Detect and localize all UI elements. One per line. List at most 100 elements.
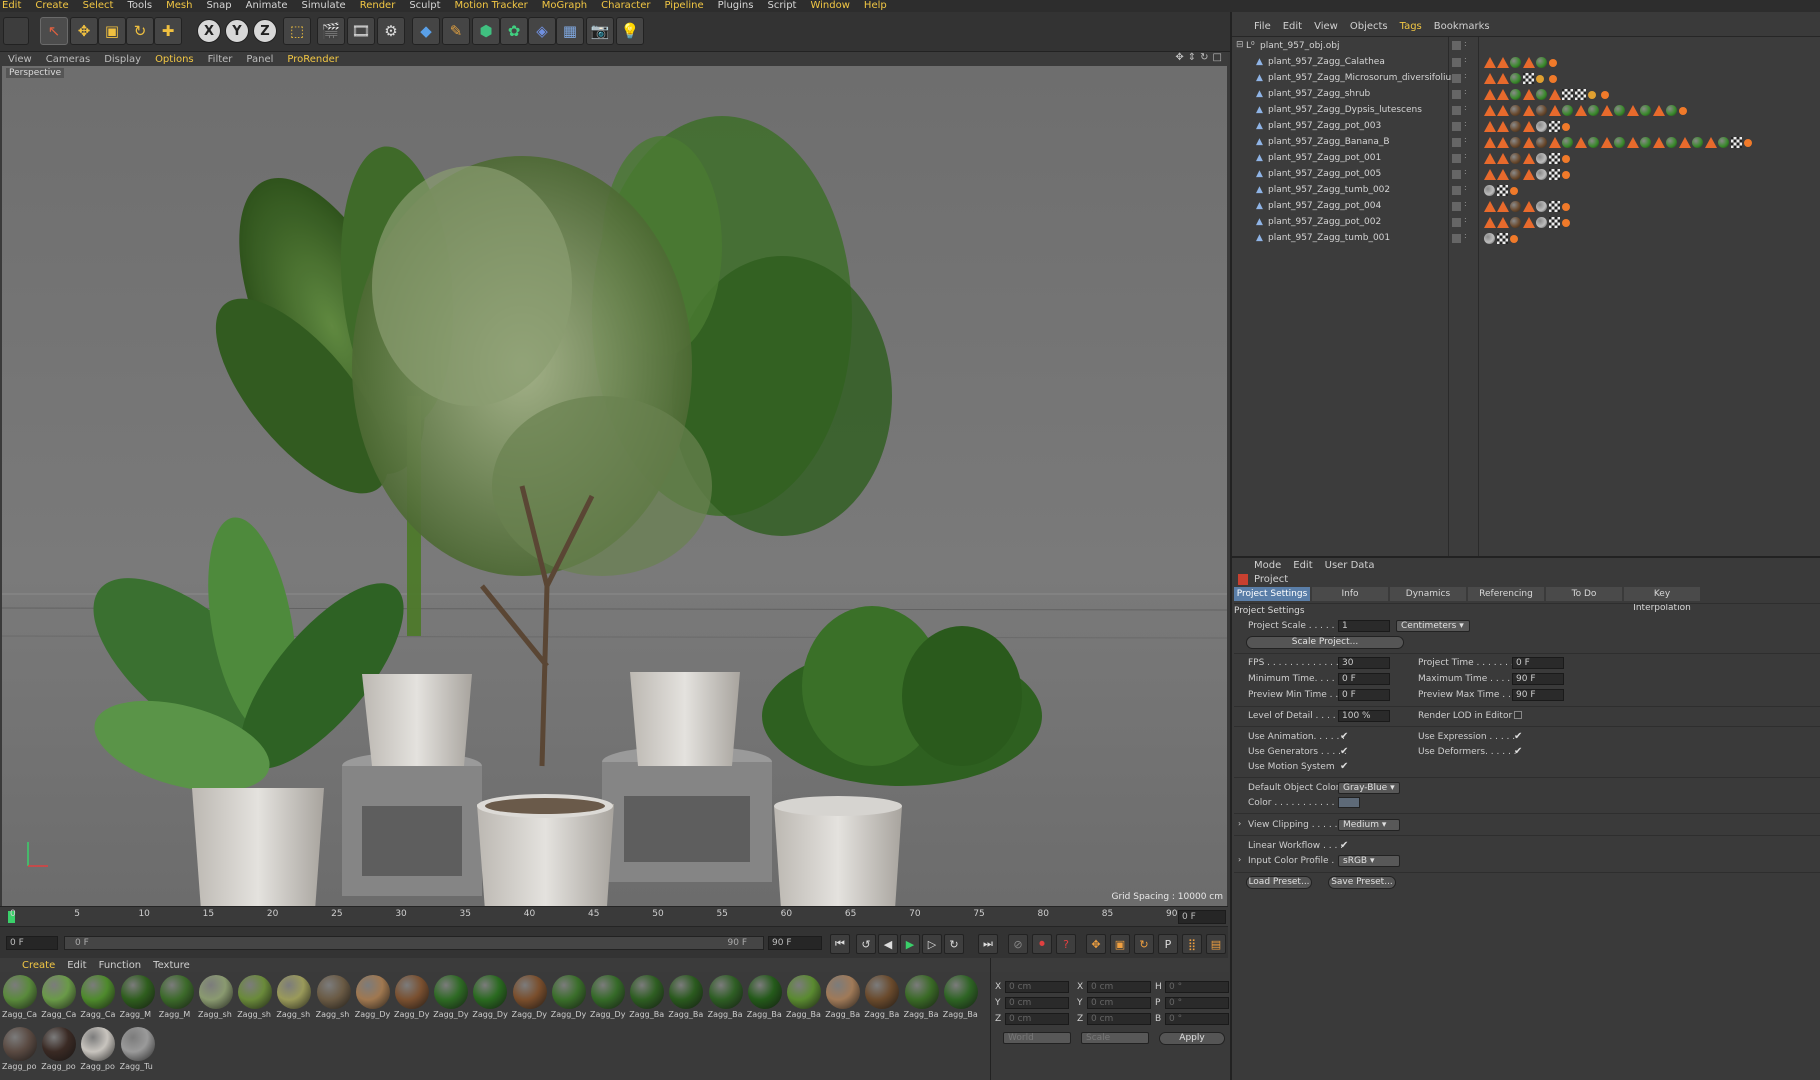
record-active-icon[interactable]: ⏺ (1032, 934, 1052, 954)
coord-field[interactable]: 0 cm (1005, 1013, 1069, 1025)
coordinate-system-icon[interactable]: ⬚ (283, 17, 311, 45)
menu-edit[interactable]: Edit (2, 0, 21, 12)
phong-tag-icon[interactable] (1549, 105, 1561, 116)
default-object-color-dropdown[interactable]: Gray-Blue ▾ (1338, 782, 1400, 794)
visibility-dots-icon[interactable]: : (1464, 231, 1467, 240)
material-menu-create[interactable]: Create (22, 960, 55, 971)
material-tag-icon[interactable] (1510, 89, 1521, 100)
coord-field[interactable]: 0 ° (1165, 997, 1229, 1009)
menu-animate[interactable]: Animate (246, 0, 288, 12)
phong-tag-icon[interactable] (1497, 153, 1509, 164)
object-row[interactable]: ▲ plant_957_Zagg_Dypsis_lutescens: (1232, 103, 1820, 119)
layer-icon[interactable] (1452, 154, 1461, 163)
preview-max-time-input[interactable]: 90 F (1512, 689, 1564, 701)
key-parameter-icon[interactable]: P (1158, 934, 1178, 954)
material-swatch[interactable]: Zagg_Ba (668, 974, 704, 1024)
phong-tag-icon[interactable] (1523, 153, 1535, 164)
material-tag-icon[interactable] (1614, 137, 1625, 148)
z-axis-lock-icon[interactable]: Z (253, 19, 277, 43)
light-icon[interactable]: 💡 (616, 17, 644, 45)
phong-tag-icon[interactable] (1497, 217, 1509, 228)
layer-icon[interactable] (1452, 138, 1461, 147)
layer-icon[interactable] (1452, 74, 1461, 83)
project-scale-input[interactable]: 1 (1338, 620, 1390, 632)
material-tag-icon[interactable] (1510, 121, 1521, 132)
material-tag-icon[interactable] (1614, 105, 1625, 116)
view-clipping-dropdown[interactable]: Medium ▾ (1338, 819, 1400, 831)
coord-field[interactable]: 0 ° (1165, 1013, 1229, 1025)
material-tag-icon[interactable] (1536, 121, 1547, 132)
phong-tag-icon[interactable] (1497, 73, 1509, 84)
phong-tag-icon[interactable] (1523, 217, 1535, 228)
input-color-profile-dropdown[interactable]: sRGB ▾ (1338, 855, 1400, 867)
minimum-time-input[interactable]: 0 F (1338, 673, 1390, 685)
layer-icon[interactable] (1452, 186, 1461, 195)
cube-primitive-icon[interactable]: ◆ (412, 17, 440, 45)
object-menu-objects[interactable]: Objects (1350, 21, 1388, 32)
viewport-menu-cameras[interactable]: Cameras (46, 54, 90, 65)
dots-tag-icon[interactable] (1588, 91, 1596, 99)
play-icon[interactable]: ▶ (900, 934, 920, 954)
material-swatch[interactable]: Zagg_Tu (120, 1026, 156, 1076)
material-tag-icon[interactable] (1510, 73, 1521, 84)
phong-tag-icon[interactable] (1484, 201, 1496, 212)
menu-motion-tracker[interactable]: Motion Tracker (455, 0, 528, 12)
visibility-dots-icon[interactable]: : (1464, 199, 1467, 208)
orbit-icon[interactable]: ↻ (1200, 52, 1208, 63)
move-tool-icon[interactable]: ✥ (70, 17, 98, 45)
layer-icon[interactable] (1452, 218, 1461, 227)
material-tag-icon[interactable] (1536, 201, 1547, 212)
object-row[interactable]: ▲ plant_957_Zagg_pot_002: (1232, 215, 1820, 231)
object-menu-tags[interactable]: Tags (1400, 21, 1422, 32)
material-tag-icon[interactable] (1510, 57, 1521, 68)
viewport-menu-display[interactable]: Display (104, 54, 141, 65)
selection-tag-icon[interactable] (1510, 187, 1518, 195)
uvw-tag-icon[interactable] (1731, 137, 1742, 148)
undo-button[interactable] (3, 17, 29, 45)
dolly-icon[interactable]: ⇕ (1188, 52, 1196, 63)
preview-range-slider[interactable]: 0 F 90 F (64, 936, 764, 950)
material-tag-icon[interactable] (1510, 153, 1521, 164)
timeline-window-icon[interactable]: ▤ (1206, 934, 1226, 954)
tab-referencing[interactable]: Referencing (1468, 587, 1544, 601)
visibility-dots-icon[interactable]: : (1464, 151, 1467, 160)
load-preset-button[interactable]: Load Preset... (1246, 876, 1312, 889)
key-position-icon[interactable]: ✥ (1086, 934, 1106, 954)
material-tag-icon[interactable] (1640, 105, 1651, 116)
phong-tag-icon[interactable] (1523, 57, 1535, 68)
next-key-icon[interactable]: ↻ (944, 934, 964, 954)
material-swatch[interactable]: Zagg_po (2, 1026, 38, 1076)
attribute-menu-mode[interactable]: Mode (1254, 560, 1281, 571)
y-axis-lock-icon[interactable]: Y (225, 19, 249, 43)
object-menu-view[interactable]: View (1314, 21, 1338, 32)
autokey-icon[interactable]: ? (1056, 934, 1076, 954)
material-tag-icon[interactable] (1536, 217, 1547, 228)
menu-plugins[interactable]: Plugins (718, 0, 754, 12)
object-menu-file[interactable]: File (1254, 21, 1271, 32)
menu-pipeline[interactable]: Pipeline (665, 0, 704, 12)
material-swatch[interactable]: Zagg_Ba (943, 974, 979, 1024)
timeline-ruler[interactable]: 0 F 0 5 10 15 20 25 30 35 40 45 50 55 60 65 70 75 80 85 90 (0, 906, 1228, 926)
visibility-dots-icon[interactable]: : (1464, 87, 1467, 96)
material-swatch[interactable]: Zagg_Dy (433, 974, 469, 1024)
viewport-menu-filter[interactable]: Filter (208, 54, 233, 65)
material-swatch[interactable]: Zagg_Ba (629, 974, 665, 1024)
layer-icon[interactable] (1452, 234, 1461, 243)
phong-tag-icon[interactable] (1497, 105, 1509, 116)
selection-tag-icon[interactable] (1549, 75, 1557, 83)
selection-tag-icon[interactable] (1679, 107, 1687, 115)
maximize-icon[interactable]: □ (1213, 52, 1222, 63)
viewport-menu-panel[interactable]: Panel (246, 54, 273, 65)
previous-key-icon[interactable]: ↺ (856, 934, 876, 954)
material-swatch[interactable]: Zagg_sh (237, 974, 273, 1024)
visibility-dots-icon[interactable]: : (1464, 135, 1467, 144)
layer-icon[interactable] (1452, 170, 1461, 179)
render-view-icon[interactable]: 🎬 (317, 17, 345, 45)
phong-tag-icon[interactable] (1497, 201, 1509, 212)
menu-tools[interactable]: Tools (127, 0, 152, 12)
material-swatch[interactable]: Zagg_Ba (904, 974, 940, 1024)
phong-tag-icon[interactable] (1497, 57, 1509, 68)
phong-tag-icon[interactable] (1484, 89, 1496, 100)
uvw-tag-icon[interactable] (1497, 185, 1508, 196)
tab-key-interpolation[interactable]: Key Interpolation (1624, 587, 1700, 613)
